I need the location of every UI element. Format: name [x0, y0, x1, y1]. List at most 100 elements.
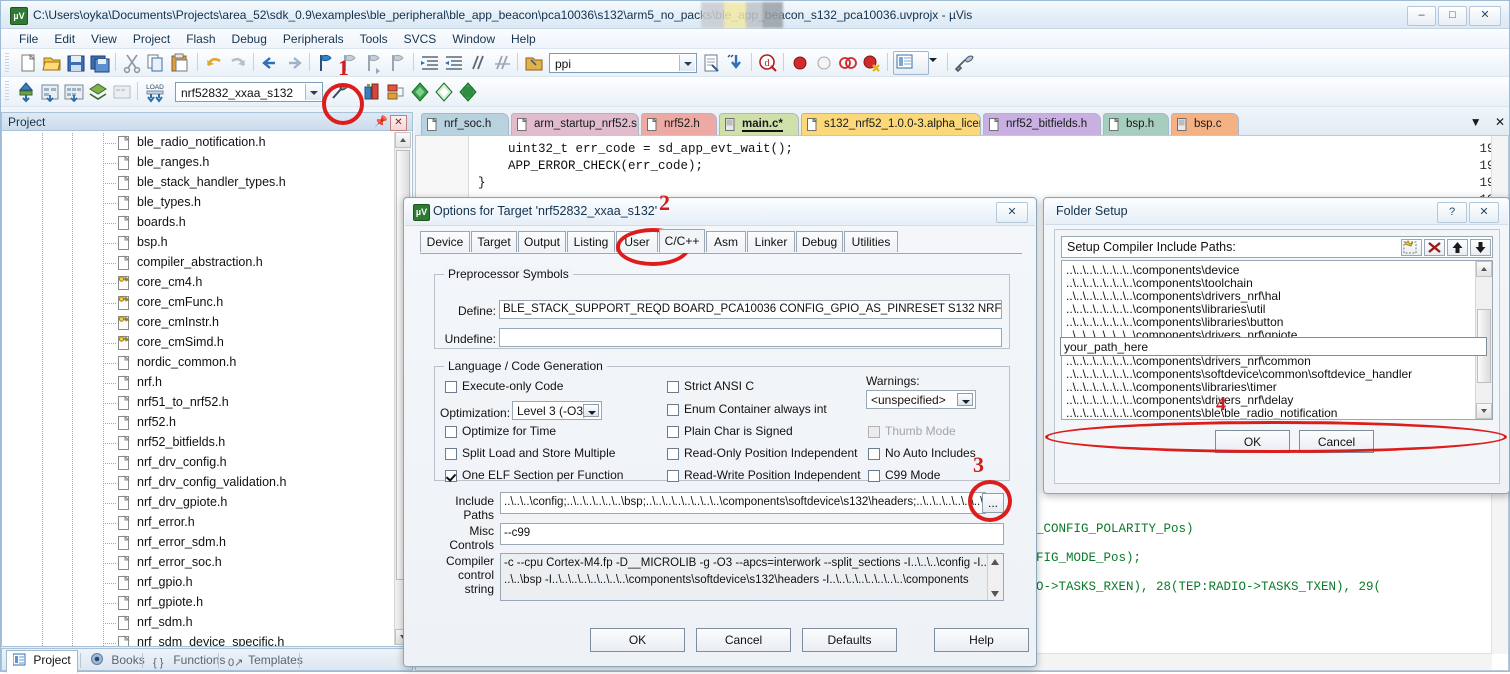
- tree-item[interactable]: nrf51_to_nrf52.h: [2, 393, 394, 413]
- start-debug-icon[interactable]: [409, 81, 431, 103]
- outdent-icon[interactable]: [443, 52, 465, 74]
- toolbar-grip-2[interactable]: [5, 81, 9, 101]
- menu-item-tools[interactable]: Tools: [352, 29, 396, 49]
- disable-breakpoint-icon[interactable]: [813, 52, 835, 74]
- tree-item[interactable]: nrf_sdm_device_specific.h: [2, 633, 394, 646]
- menu-item-window[interactable]: Window: [444, 29, 503, 49]
- tree-item[interactable]: ble_stack_handler_types.h: [2, 173, 394, 193]
- indent-icon[interactable]: [419, 52, 441, 74]
- tree-item[interactable]: nrf52.h: [2, 413, 394, 433]
- tree-item[interactable]: nrf_gpiote.h: [2, 593, 394, 613]
- disable-all-breakpoints-icon[interactable]: [837, 52, 859, 74]
- stop-build-icon[interactable]: [111, 81, 133, 103]
- batch-build-icon[interactable]: [87, 81, 109, 103]
- scroll-up-button[interactable]: [1476, 261, 1492, 277]
- bookmark-next-icon[interactable]: [387, 52, 409, 74]
- include-path-item[interactable]: ..\..\..\..\..\..\..\components\librarie…: [1066, 380, 1277, 394]
- tree-item[interactable]: core_cmSimd.h: [2, 333, 394, 353]
- tree-item[interactable]: nordic_common.h: [2, 353, 394, 373]
- include-path-item[interactable]: ..\..\..\..\..\..\..\components\softdevi…: [1066, 367, 1412, 381]
- options-tab-debug[interactable]: Debug: [796, 231, 843, 252]
- checkbox-no-auto-includes[interactable]: [868, 448, 880, 460]
- tree-item[interactable]: nrf.h: [2, 373, 394, 393]
- undefine-field[interactable]: [499, 328, 1002, 347]
- debug-settings-icon[interactable]: [457, 81, 479, 103]
- menu-item-flash[interactable]: Flash: [178, 29, 223, 49]
- cut-icon[interactable]: [121, 52, 143, 74]
- chevron-down-icon[interactable]: [305, 84, 321, 100]
- find-icon[interactable]: [701, 52, 723, 74]
- editor-tab-bsph[interactable]: bsp.h: [1103, 113, 1169, 135]
- editor-tab-nrfsoch[interactable]: nrf_soc.h: [421, 113, 509, 135]
- tree-item[interactable]: ble_ranges.h: [2, 153, 394, 173]
- undo-icon[interactable]: [203, 52, 225, 74]
- warnings-select[interactable]: <unspecified>: [866, 390, 976, 409]
- delete-path-icon[interactable]: [1424, 239, 1445, 256]
- checkbox-read-write-position-independent[interactable]: [667, 470, 679, 482]
- define-field[interactable]: BLE_STACK_SUPPORT_REQD BOARD_PCA10036 CO…: [499, 300, 1002, 319]
- chevron-down-icon[interactable]: [583, 404, 599, 417]
- menu-item-project[interactable]: Project: [125, 29, 178, 49]
- checkbox-c99-mode[interactable]: [868, 470, 880, 482]
- editor-tab-mainc[interactable]: main.c*: [719, 113, 799, 135]
- options-tab-asm[interactable]: Asm: [706, 231, 746, 252]
- options-tab-target[interactable]: Target: [471, 231, 517, 252]
- chevron-down-icon[interactable]: [927, 55, 949, 77]
- close-icon[interactable]: ✕: [390, 115, 407, 131]
- tree-item[interactable]: nrf52_bitfields.h: [2, 433, 394, 453]
- options-tab-linker[interactable]: Linker: [747, 231, 795, 252]
- tree-item[interactable]: nrf_error_soc.h: [2, 553, 394, 573]
- new-file-icon[interactable]: [17, 52, 39, 74]
- toolbar-grip[interactable]: [5, 53, 9, 73]
- find-next-icon[interactable]: [725, 52, 747, 74]
- tab-books[interactable]: Books: [85, 650, 151, 671]
- menu-item-debug[interactable]: Debug: [224, 29, 275, 49]
- include-path-item[interactable]: ..\..\..\..\..\..\..\components\librarie…: [1066, 419, 1283, 420]
- include-path-item[interactable]: ..\..\..\..\..\..\..\components\toolchai…: [1066, 276, 1253, 290]
- tree-item[interactable]: core_cmInstr.h: [2, 313, 394, 333]
- close-icon[interactable]: ✕: [996, 202, 1028, 223]
- include-path-item[interactable]: ..\..\..\..\..\..\..\components\drivers_…: [1066, 354, 1311, 368]
- tree-item[interactable]: compiler_abstraction.h: [2, 253, 394, 273]
- optimization-select[interactable]: Level 3 (-O3): [512, 401, 602, 420]
- tab-project[interactable]: Project: [6, 650, 78, 673]
- download-icon[interactable]: LOAD: [143, 80, 167, 104]
- save-icon[interactable]: [65, 52, 87, 74]
- minimize-button[interactable]: –: [1407, 6, 1436, 26]
- menu-item-view[interactable]: View: [83, 29, 125, 49]
- tree-item[interactable]: ble_types.h: [2, 193, 394, 213]
- move-up-icon[interactable]: [1447, 239, 1468, 256]
- bookmark-prev-icon[interactable]: [363, 52, 385, 74]
- manage-windows-icon[interactable]: [893, 51, 929, 75]
- tree-item[interactable]: boards.h: [2, 213, 394, 233]
- build-icon[interactable]: [39, 81, 61, 103]
- menu-item-help[interactable]: Help: [503, 29, 544, 49]
- tree-item[interactable]: nrf_drv_config.h: [2, 453, 394, 473]
- checkbox-optimize-for-time[interactable]: [445, 426, 457, 438]
- checkbox-execute-only-code[interactable]: [445, 381, 457, 393]
- options-tab-cc++[interactable]: C/C++: [659, 229, 705, 253]
- lookup-symbol-icon[interactable]: d: [757, 52, 779, 74]
- scroll-down-button[interactable]: [1476, 403, 1492, 419]
- editor-tab-armstartupnrf52s[interactable]: arm_startup_nrf52.s: [511, 113, 639, 135]
- include-path-item[interactable]: ..\..\..\..\..\..\..\components\ble\ble_…: [1066, 406, 1337, 419]
- tree-item[interactable]: nrf_error_sdm.h: [2, 533, 394, 553]
- editor-tab-nrf52bitfieldsh[interactable]: nrf52_bitfields.h: [983, 113, 1101, 135]
- tree-item[interactable]: core_cmFunc.h: [2, 293, 394, 313]
- tree-item[interactable]: nrf_drv_config_validation.h: [2, 473, 394, 493]
- options-help-button[interactable]: Help: [934, 628, 1029, 652]
- maximize-button[interactable]: □: [1438, 6, 1467, 26]
- open-file-icon[interactable]: [41, 52, 63, 74]
- close-button[interactable]: ✕: [1469, 6, 1501, 26]
- options-cancel-button[interactable]: Cancel: [696, 628, 791, 652]
- kill-all-breakpoints-icon[interactable]: [861, 52, 883, 74]
- include-paths-field[interactable]: ..\..\..\config;..\..\..\..\..\..\bsp;..…: [500, 492, 986, 514]
- options-ok-button[interactable]: OK: [590, 628, 685, 652]
- configure-icon[interactable]: [953, 52, 975, 74]
- translate-icon[interactable]: [15, 81, 37, 103]
- target-combo[interactable]: nrf52832_xxaa_s132: [175, 82, 323, 102]
- options-tab-output[interactable]: Output: [518, 231, 566, 252]
- move-down-icon[interactable]: [1470, 239, 1491, 256]
- editor-tab-bspc[interactable]: bsp.c: [1171, 113, 1239, 135]
- navigate-back-icon[interactable]: [259, 52, 281, 74]
